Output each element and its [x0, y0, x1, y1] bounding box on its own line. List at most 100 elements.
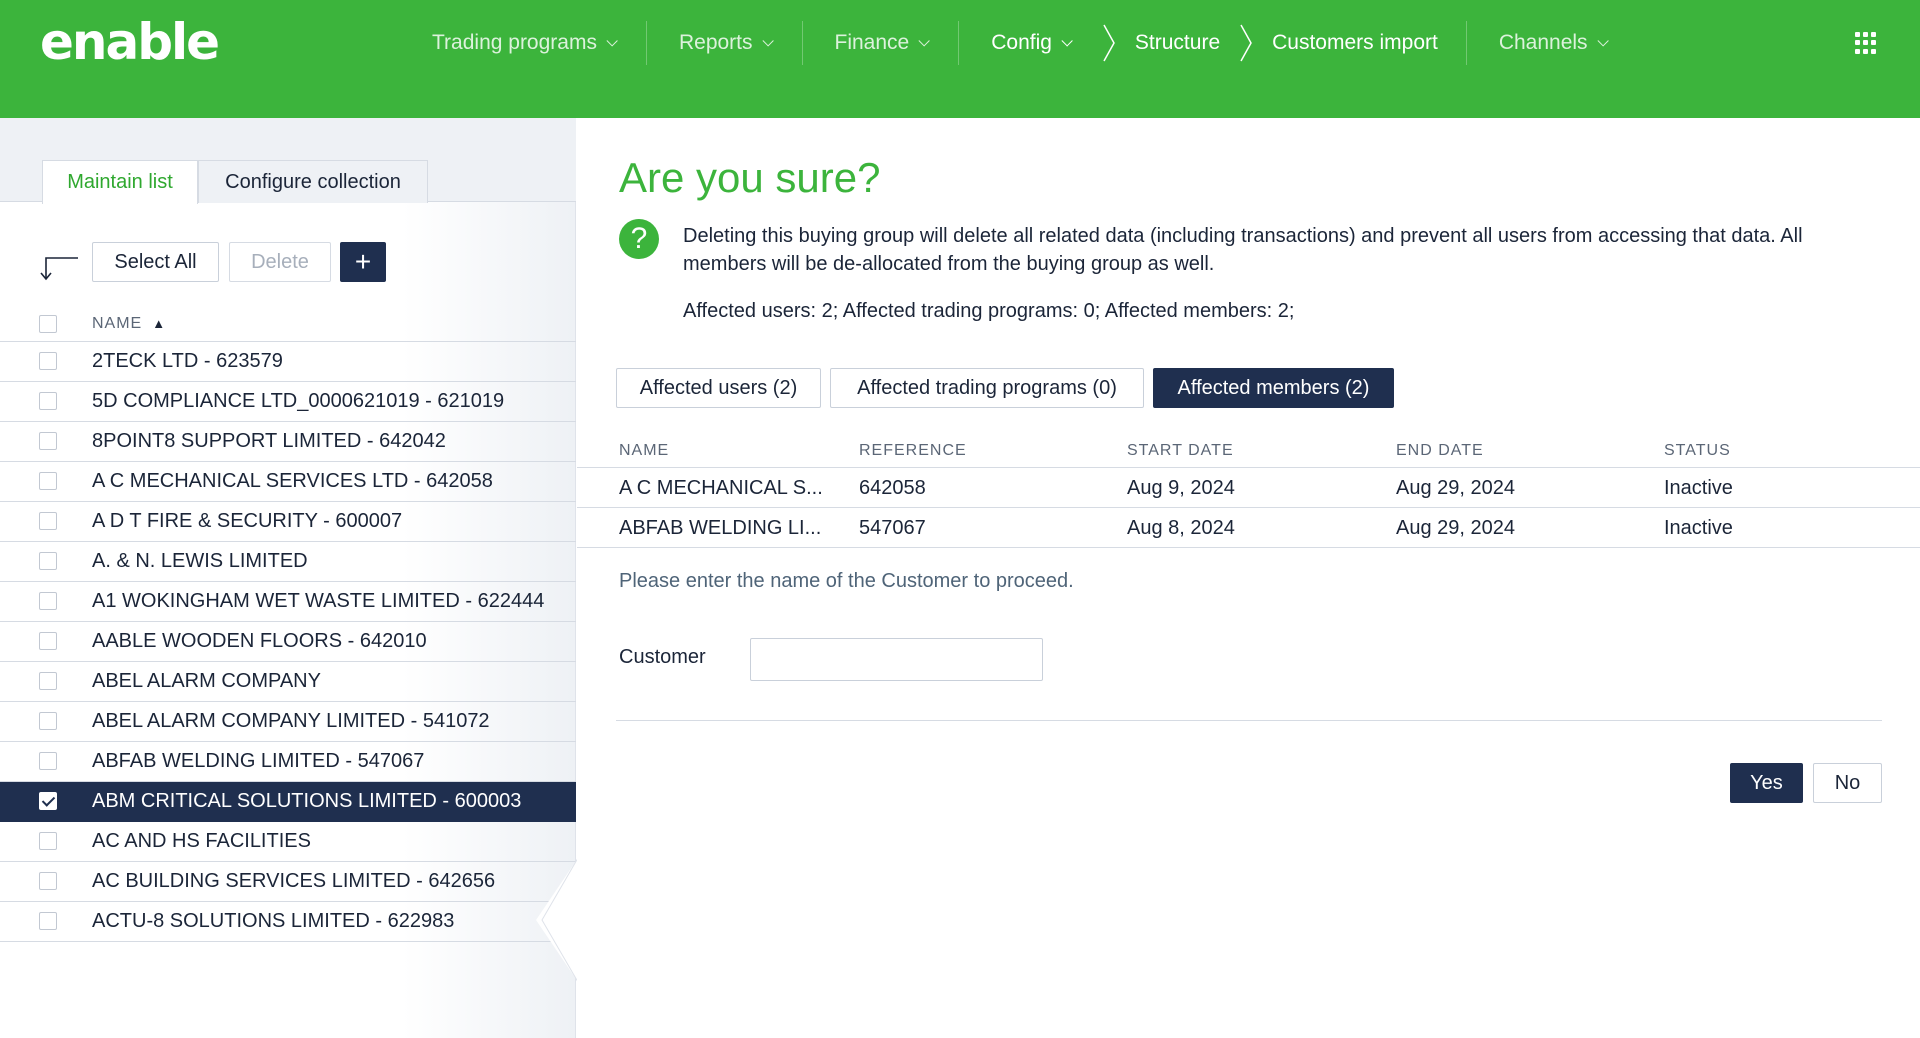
- cell-reference: 547067: [859, 517, 926, 539]
- list-toolbar: Select All Delete +: [0, 242, 576, 284]
- row-checkbox[interactable]: [39, 712, 57, 730]
- dialog-title: Are you sure?: [619, 154, 881, 201]
- list-item-label: ABEL ALARM COMPANY: [92, 670, 321, 692]
- customer-field-label: Customer: [619, 646, 706, 668]
- select-all-button[interactable]: Select All: [92, 242, 219, 282]
- row-checkbox[interactable]: [39, 832, 57, 850]
- row-checkbox[interactable]: [39, 352, 57, 370]
- add-button[interactable]: +: [340, 242, 386, 282]
- cell-end-date: Aug 29, 2024: [1396, 477, 1515, 499]
- button-label: No: [1834, 771, 1861, 794]
- column-header-reference[interactable]: REFERENCE: [859, 442, 967, 460]
- cell-name: A C MECHANICAL S...: [619, 477, 823, 499]
- column-header-status[interactable]: STATUS: [1664, 442, 1731, 460]
- name-column-header[interactable]: NAME ▲: [92, 315, 166, 333]
- row-checkbox[interactable]: [39, 552, 57, 570]
- table-row: A C MECHANICAL S... 642058 Aug 9, 2024 A…: [577, 468, 1920, 508]
- cell-start-date: Aug 8, 2024: [1127, 517, 1235, 539]
- row-checkbox[interactable]: [39, 592, 57, 610]
- row-checkbox[interactable]: [39, 392, 57, 410]
- list-item-label: ABM CRITICAL SOLUTIONS LIMITED - 600003: [92, 790, 522, 812]
- chevron-down-icon: [1061, 35, 1073, 47]
- customer-name-input[interactable]: [750, 638, 1043, 681]
- tab-label: Affected members (2): [1177, 376, 1370, 399]
- list-item-label: A D T FIRE & SECURITY - 600007: [92, 510, 403, 532]
- list-item[interactable]: AC AND HS FACILITIES: [0, 822, 576, 862]
- list-item-label: ABFAB WELDING LIMITED - 547067: [92, 750, 425, 772]
- cell-name: ABFAB WELDING LI...: [619, 517, 822, 539]
- nav-label: Reports: [678, 31, 753, 54]
- row-checkbox[interactable]: [39, 672, 57, 690]
- list-item[interactable]: ABEL ALARM COMPANY LIMITED - 541072: [0, 702, 576, 742]
- breadcrumb-chevron-icon: [1238, 21, 1254, 65]
- row-checkbox[interactable]: [39, 632, 57, 650]
- list-item[interactable]: 8POINT8 SUPPORT LIMITED - 642042: [0, 422, 576, 462]
- question-icon: ?: [619, 219, 659, 259]
- list-item[interactable]: ABEL ALARM COMPANY: [0, 662, 576, 702]
- nav-finance[interactable]: Finance: [803, 14, 959, 72]
- tab-affected-users[interactable]: Affected users (2): [616, 368, 821, 408]
- buying-group-list: 2TECK LTD - 623579 5D COMPLIANCE LTD_0000…: [0, 342, 576, 942]
- tab-label: Configure collection: [225, 170, 401, 193]
- row-checkbox[interactable]: [39, 432, 57, 450]
- cell-start-date: Aug 9, 2024: [1127, 477, 1235, 499]
- row-checkbox[interactable]: [39, 472, 57, 490]
- no-button[interactable]: No: [1813, 763, 1882, 803]
- nav-config[interactable]: Config: [959, 14, 1101, 72]
- cell-status: Inactive: [1664, 517, 1733, 539]
- chevron-down-icon: [761, 35, 774, 47]
- select-all-checkbox[interactable]: [39, 315, 57, 333]
- nav-label: Finance: [834, 31, 910, 54]
- list-item-label: AABLE WOODEN FLOORS - 642010: [92, 630, 427, 652]
- button-label: Yes: [1750, 771, 1783, 794]
- breadcrumb-chevron-icon: [1101, 21, 1117, 65]
- tab-maintain-list[interactable]: Maintain list: [42, 160, 198, 204]
- list-item[interactable]: AC BUILDING SERVICES LIMITED - 642656: [0, 862, 576, 902]
- nav-channels[interactable]: Channels: [1467, 14, 1637, 72]
- nav-structure[interactable]: Structure: [1117, 14, 1238, 72]
- list-header: NAME ▲: [0, 306, 576, 342]
- yes-button[interactable]: Yes: [1730, 763, 1803, 803]
- list-item-label: 2TECK LTD - 623579: [92, 350, 283, 372]
- list-item[interactable]: ABM CRITICAL SOLUTIONS LIMITED - 600003: [0, 782, 576, 822]
- delete-button[interactable]: Delete: [229, 242, 331, 282]
- tab-affected-trading-programs[interactable]: Affected trading programs (0): [830, 368, 1144, 408]
- row-checkbox[interactable]: [39, 872, 57, 890]
- column-header-name[interactable]: NAME: [619, 442, 669, 460]
- list-item[interactable]: ACTU-8 SOLUTIONS LIMITED - 622983: [0, 902, 576, 942]
- back-arrow-icon[interactable]: [40, 256, 80, 282]
- nav-reports[interactable]: Reports: [647, 14, 802, 72]
- column-header-end-date[interactable]: END DATE: [1396, 442, 1484, 460]
- nav-trading-programs[interactable]: Trading programs: [400, 14, 646, 72]
- list-item-label: 8POINT8 SUPPORT LIMITED - 642042: [92, 430, 446, 452]
- tab-configure-collection[interactable]: Configure collection: [198, 160, 428, 203]
- row-checkbox[interactable]: [39, 512, 57, 530]
- list-item[interactable]: 2TECK LTD - 623579: [0, 342, 576, 382]
- list-item[interactable]: A. & N. LEWIS LIMITED: [0, 542, 576, 582]
- confirmation-prompt: Please enter the name of the Customer to…: [619, 570, 1074, 592]
- grid-icon[interactable]: [1855, 32, 1877, 54]
- sort-ascending-icon: ▲: [152, 316, 167, 331]
- logo-text: enable: [40, 13, 220, 71]
- tab-affected-members[interactable]: Affected members (2): [1153, 368, 1394, 408]
- enable-logo[interactable]: enable: [40, 13, 220, 71]
- list-item[interactable]: A D T FIRE & SECURITY - 600007: [0, 502, 576, 542]
- nav-label: Customers import: [1272, 31, 1438, 54]
- row-checkbox[interactable]: [39, 912, 57, 930]
- row-checkbox[interactable]: [39, 752, 57, 770]
- list-item[interactable]: 5D COMPLIANCE LTD_0000621019 - 621019: [0, 382, 576, 422]
- column-header-start-date[interactable]: START DATE: [1127, 442, 1234, 460]
- chevron-down-icon: [918, 35, 930, 47]
- plus-icon: +: [354, 246, 372, 277]
- list-item[interactable]: A C MECHANICAL SERVICES LTD - 642058: [0, 462, 576, 502]
- list-item-label: ABEL ALARM COMPANY LIMITED - 541072: [92, 710, 490, 732]
- button-label: Delete: [251, 250, 309, 273]
- buying-group-list-panel: Maintain list Configure collection Selec…: [0, 118, 578, 1038]
- nav-customers-import[interactable]: Customers import: [1254, 14, 1466, 72]
- list-item[interactable]: ABFAB WELDING LIMITED - 547067: [0, 742, 576, 782]
- main-nav: Trading programs Reports Finance Config …: [400, 14, 1637, 72]
- list-item[interactable]: A1 WOKINGHAM WET WASTE LIMITED - 622444: [0, 582, 576, 622]
- nav-label: Channels: [1498, 31, 1588, 54]
- row-checkbox[interactable]: [39, 792, 57, 810]
- list-item[interactable]: AABLE WOODEN FLOORS - 642010: [0, 622, 576, 662]
